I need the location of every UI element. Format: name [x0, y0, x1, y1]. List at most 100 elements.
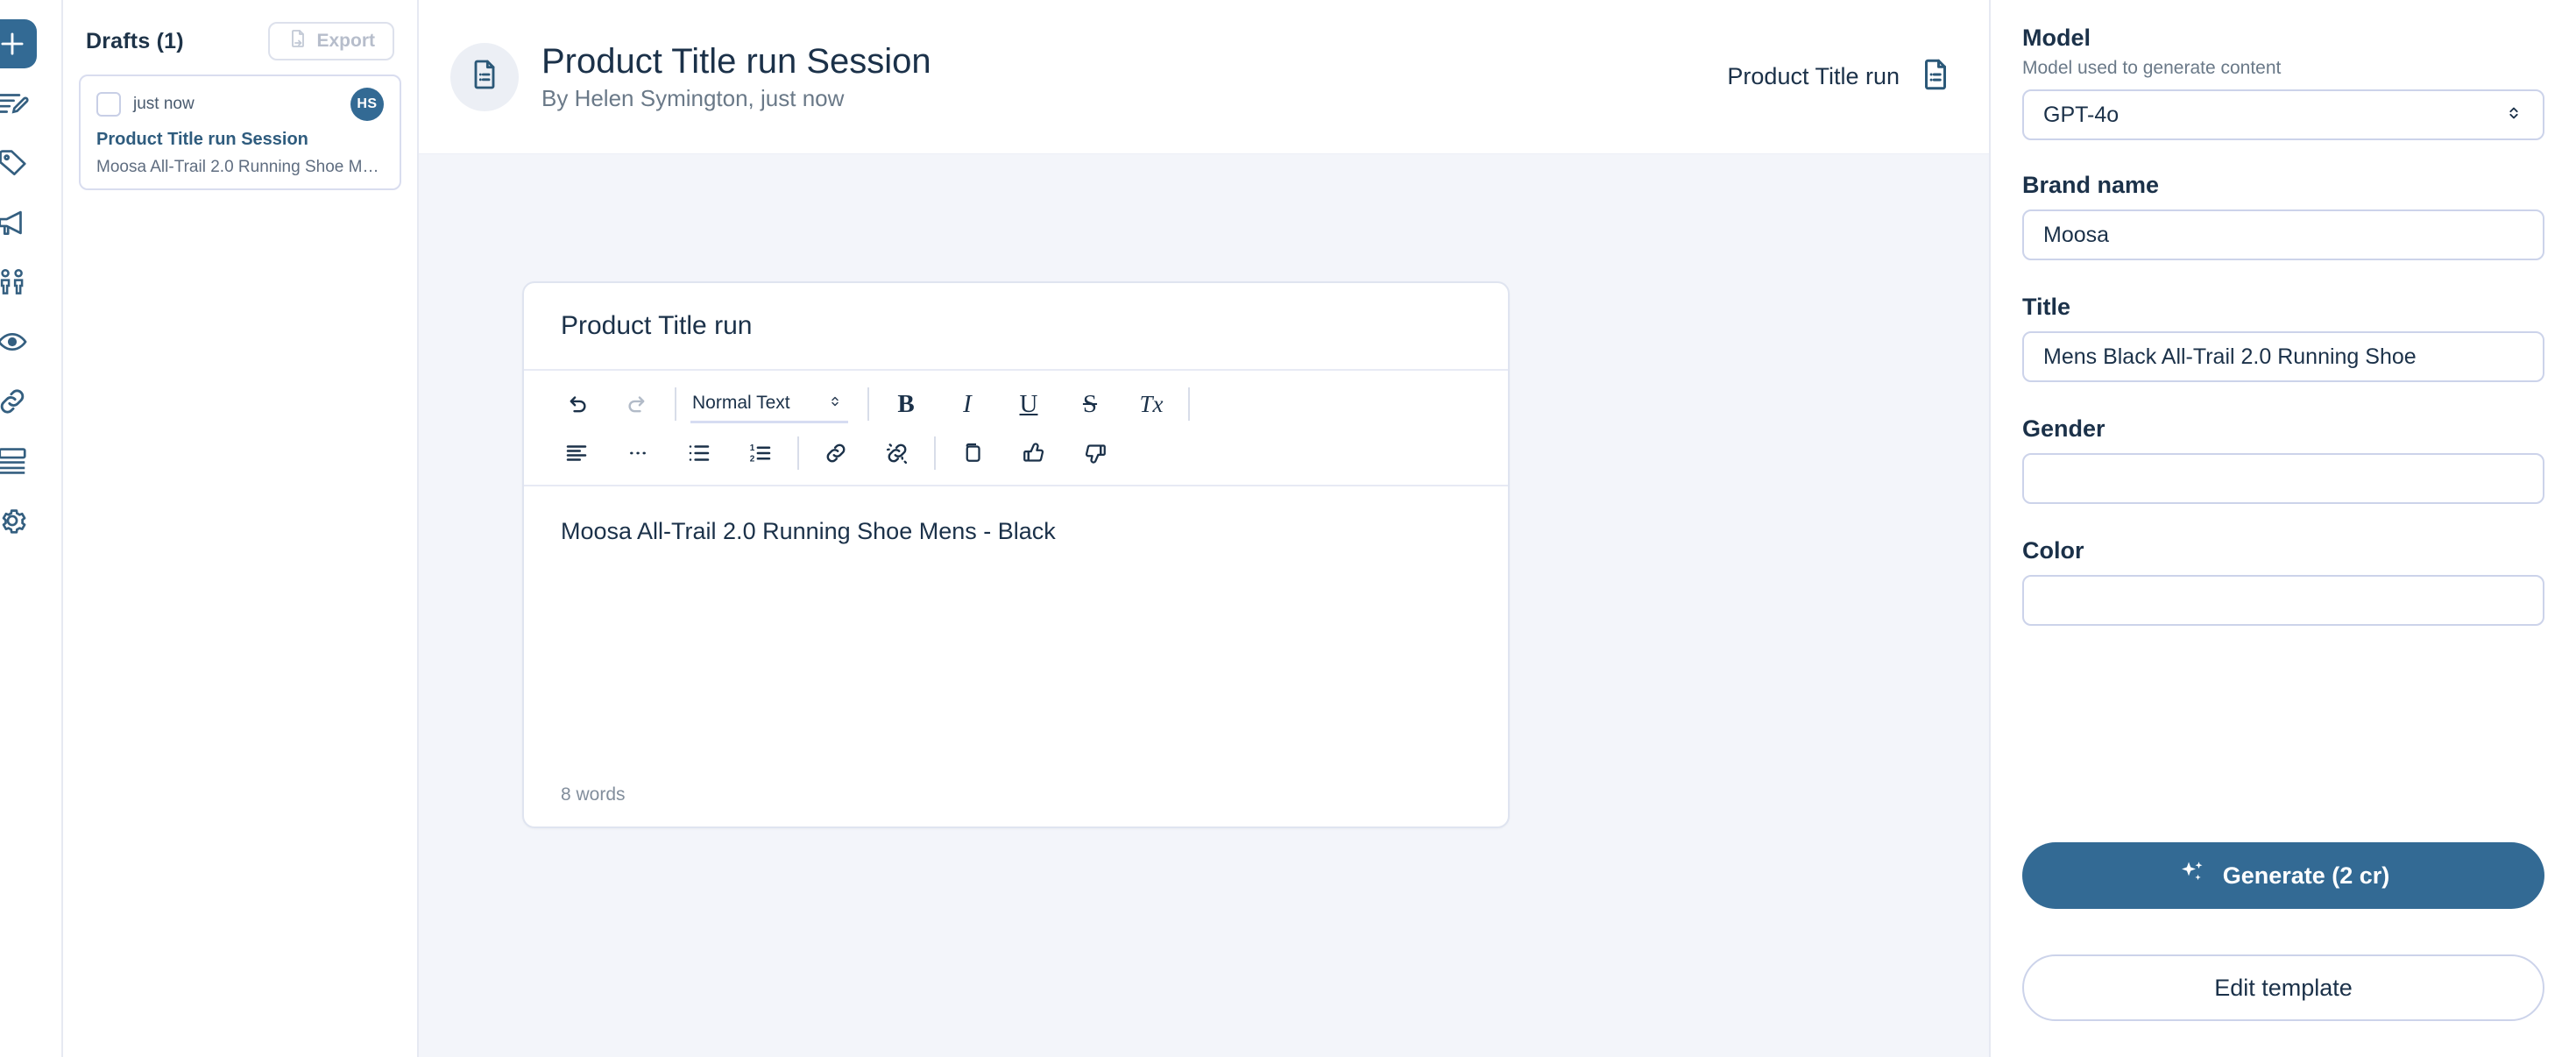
rail-item-settings[interactable]	[0, 496, 37, 545]
session-icon-badge	[450, 42, 519, 111]
field-brand-name: Brand name Moosa	[2022, 172, 2544, 260]
document-editor-card: Product Title run Normal Text B I U S Tx…	[522, 281, 1510, 828]
brand-name-input[interactable]: Moosa	[2022, 209, 2544, 260]
link-icon	[823, 440, 849, 466]
strikethrough-button[interactable]: S	[1067, 381, 1113, 427]
bullet-list-icon	[686, 440, 712, 466]
session-header: Product Title run Session By Helen Symin…	[419, 0, 1989, 154]
app-root: Drafts (1) Export just now HS Product Ti…	[0, 0, 2576, 1057]
rail-item-library[interactable]	[0, 436, 37, 486]
toolbar-row-1: Normal Text B I U S Tx	[554, 380, 1478, 429]
page-title: Product Title run Session	[541, 42, 931, 81]
field-label: Title	[2022, 294, 2071, 320]
bullet-list-button[interactable]	[676, 430, 722, 476]
draft-session-subtitle: Moosa All-Trail 2.0 Running Shoe Mens - …	[96, 158, 384, 176]
field-color: Color	[2022, 537, 2544, 626]
plus-icon	[0, 27, 29, 60]
document-export-icon	[287, 28, 308, 54]
edit-template-button[interactable]: Edit template	[2022, 954, 2544, 1021]
export-button-label: Export	[316, 31, 375, 51]
field-spacer	[2022, 260, 2544, 294]
insert-link-button[interactable]	[813, 430, 859, 476]
rail-item-tags[interactable]	[0, 138, 37, 188]
rail-item-new[interactable]	[0, 19, 37, 68]
chevron-updown-icon	[2504, 103, 2523, 126]
gear-icon	[0, 504, 29, 537]
underline-button[interactable]: U	[1006, 381, 1051, 427]
remove-link-button[interactable]	[874, 430, 920, 476]
thumbs-up-button[interactable]	[1011, 430, 1057, 476]
field-title: Title Mens Black All-Trail 2.0 Running S…	[2022, 294, 2544, 382]
more-horizontal-icon	[625, 440, 651, 466]
chevron-updown-icon	[827, 394, 843, 413]
session-header-right[interactable]: Product Title run	[1727, 56, 1954, 97]
toolbar-divider	[797, 436, 799, 470]
current-document-label: Product Title run	[1727, 63, 1900, 89]
field-spacer	[2022, 382, 2544, 415]
rail-item-audience[interactable]	[0, 258, 37, 307]
field-spacer	[2022, 504, 2544, 537]
toolbar-divider	[867, 387, 869, 421]
thumbs-down-button[interactable]	[1072, 430, 1118, 476]
more-options-button[interactable]	[615, 430, 661, 476]
numbered-list-icon: 1 2	[747, 440, 774, 466]
thumbs-up-icon	[1021, 440, 1047, 466]
properties-panel: Model Model used to generate content GPT…	[1989, 0, 2576, 1057]
document-edit-icon	[0, 87, 29, 120]
redo-button[interactable]	[615, 381, 661, 427]
editor-positioner: Product Title run Normal Text B I U S Tx…	[522, 281, 1510, 828]
layers-icon	[0, 444, 29, 478]
avatar: HS	[350, 88, 384, 121]
draft-item-top-row: just now HS	[96, 88, 384, 121]
text-style-select[interactable]: Normal Text	[690, 385, 848, 423]
rail-item-campaigns[interactable]	[0, 198, 37, 247]
field-help-text: Model used to generate content	[2022, 58, 2282, 78]
rail-item-insights[interactable]	[0, 317, 37, 366]
export-button[interactable]: Export	[268, 22, 394, 60]
document-icon	[1917, 56, 1954, 97]
generate-button[interactable]: Generate (2 cr)	[2022, 842, 2544, 909]
document-icon	[467, 57, 502, 96]
editor-body-text[interactable]: Moosa All-Trail 2.0 Running Shoe Mens - …	[524, 486, 1508, 763]
model-select[interactable]: GPT-4o	[2022, 89, 2544, 140]
color-input[interactable]	[2022, 575, 2544, 626]
editor-document-title[interactable]: Product Title run	[524, 283, 1508, 371]
svg-text:1: 1	[750, 443, 755, 453]
text-style-value: Normal Text	[692, 392, 790, 413]
rail-item-links[interactable]	[0, 377, 37, 426]
redo-icon	[625, 391, 651, 417]
svg-text:2: 2	[750, 454, 755, 464]
megaphone-icon	[0, 206, 29, 239]
generate-button-label: Generate (2 cr)	[2222, 862, 2390, 889]
bold-button[interactable]: B	[883, 381, 929, 427]
undo-icon	[563, 391, 590, 417]
field-label: Gender	[2022, 415, 2105, 442]
field-label: Brand name	[2022, 172, 2160, 198]
gender-input[interactable]	[2022, 453, 2544, 504]
session-header-texts: Product Title run Session By Helen Symin…	[541, 41, 1727, 112]
align-left-button[interactable]	[554, 430, 599, 476]
center-panel: Product Title run Session By Helen Symin…	[419, 0, 1989, 1057]
copy-button[interactable]	[950, 430, 995, 476]
clear-formatting-button[interactable]: Tx	[1129, 381, 1174, 427]
toolbar-row-2: 1 2	[554, 429, 1478, 478]
italic-button[interactable]: I	[945, 381, 990, 427]
title-value: Mens Black All-Trail 2.0 Running Shoe	[2043, 344, 2417, 369]
field-gender: Gender	[2022, 415, 2544, 504]
numbered-list-button[interactable]: 1 2	[738, 430, 783, 476]
edit-template-label: Edit template	[2214, 974, 2353, 1001]
title-input[interactable]: Mens Black All-Trail 2.0 Running Shoe	[2022, 331, 2544, 382]
rail-item-drafts[interactable]	[0, 79, 37, 128]
unlink-icon	[884, 440, 910, 466]
editor-toolbar: Normal Text B I U S Tx 1 2	[524, 371, 1508, 486]
eye-icon	[0, 325, 29, 358]
model-select-value: GPT-4o	[2043, 102, 2120, 127]
undo-button[interactable]	[554, 381, 599, 427]
toolbar-divider	[1188, 387, 1190, 421]
draft-timestamp: just now	[133, 95, 195, 113]
draft-select-checkbox[interactable]	[96, 92, 121, 117]
draft-list-item[interactable]: just now HS Product Title run Session Mo…	[79, 74, 401, 190]
drafts-header: Drafts (1) Export	[79, 0, 401, 72]
drafts-panel: Drafts (1) Export just now HS Product Ti…	[63, 0, 419, 1057]
sparkle-icon	[2177, 858, 2207, 894]
